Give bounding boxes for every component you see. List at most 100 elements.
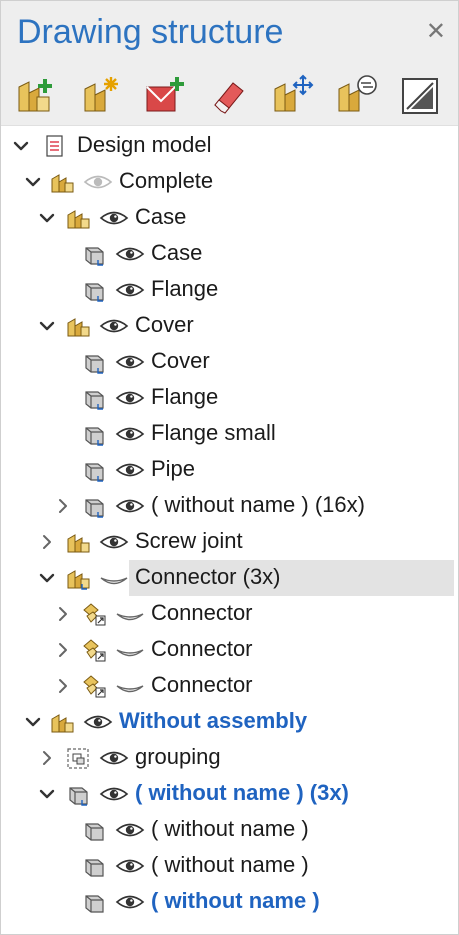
close-icon[interactable]: ✕ — [426, 17, 446, 46]
part-group-icon — [65, 782, 91, 806]
tree-row-pipe[interactable]: Pipe — [1, 452, 458, 488]
tree-row-flange[interactable]: Flange — [1, 380, 458, 416]
connector-icon — [83, 639, 106, 662]
new-view-icon[interactable] — [143, 73, 187, 117]
chevron-down-icon[interactable] — [37, 316, 57, 336]
tree-label: Design model — [77, 132, 212, 157]
eye-icon[interactable] — [115, 425, 145, 443]
eye-closed-icon[interactable] — [99, 569, 129, 587]
chevron-right-icon[interactable] — [53, 496, 73, 516]
chevron-down-icon[interactable] — [23, 172, 43, 192]
tree-row-cover-group[interactable]: Cover — [1, 308, 458, 344]
chevron-right-icon[interactable] — [53, 604, 73, 624]
tree-label: grouping — [135, 744, 221, 769]
tree-label: Complete — [119, 168, 214, 193]
tree-row-flange[interactable]: Flange — [1, 272, 458, 308]
tree-row-flange-small[interactable]: Flange small — [1, 416, 458, 452]
eye-icon[interactable] — [115, 389, 145, 407]
tree-label: ( without name ) (16x) — [151, 492, 365, 517]
new-assembly-icon[interactable] — [79, 73, 123, 117]
tree-label: Connector — [151, 636, 253, 661]
connector-icon — [83, 603, 106, 626]
eye-closed-icon[interactable] — [115, 677, 145, 695]
eye-icon[interactable] — [99, 533, 129, 551]
part-group-icon — [81, 494, 107, 518]
eye-icon[interactable] — [99, 749, 129, 767]
eye-icon[interactable] — [99, 209, 129, 227]
document-icon — [46, 135, 63, 157]
eye-closed-icon[interactable] — [115, 605, 145, 623]
assembly-icon — [67, 210, 90, 229]
move-element-icon[interactable] — [271, 73, 315, 117]
eye-icon[interactable] — [115, 497, 145, 515]
assembly-icon — [51, 174, 74, 193]
tree-label: Screw joint — [135, 528, 243, 553]
tree-row-without-name-3x[interactable]: ( without name ) (3x) — [1, 776, 458, 812]
tree-row-without-assembly[interactable]: Without assembly — [1, 704, 458, 740]
grouping-icon — [67, 748, 89, 769]
tree-row-connector[interactable]: Connector — [1, 632, 458, 668]
tree-label: Connector — [151, 672, 253, 697]
part-icon — [85, 859, 104, 877]
tree-row-without-name[interactable]: ( without name ) — [1, 812, 458, 848]
eye-icon[interactable] — [83, 713, 113, 731]
tree-row-without-name[interactable]: ( without name ) — [1, 848, 458, 884]
chevron-down-icon[interactable] — [11, 136, 31, 156]
chevron-down-icon[interactable] — [37, 784, 57, 804]
tree-row-connector-3x[interactable]: Connector (3x) — [1, 560, 458, 596]
tree-row-connector[interactable]: Connector — [1, 668, 458, 704]
eye-icon[interactable] — [99, 317, 129, 335]
part-icon — [81, 278, 107, 302]
tree-row-case-group[interactable]: Case — [1, 200, 458, 236]
tree-row-cover[interactable]: Cover — [1, 344, 458, 380]
eye-icon[interactable] — [115, 893, 145, 911]
tree-row-connector[interactable]: Connector — [1, 596, 458, 632]
part-icon — [81, 458, 107, 482]
chevron-down-icon[interactable] — [37, 208, 57, 228]
tree-row-complete[interactable]: Complete — [1, 164, 458, 200]
tree-label: Case — [135, 204, 187, 229]
tree-row-screw-joint[interactable]: Screw joint — [1, 524, 458, 560]
tree-label: Pipe — [151, 456, 196, 481]
tree-row-grouping[interactable]: grouping — [1, 740, 458, 776]
chevron-right-icon[interactable] — [53, 640, 73, 660]
eye-icon[interactable] — [115, 245, 145, 263]
tree-label: Connector — [151, 600, 253, 625]
toolbar — [1, 63, 458, 126]
tree-label: ( without name ) — [151, 816, 309, 841]
display-mode-icon[interactable] — [399, 73, 443, 117]
tree-label: Connector (3x) — [135, 564, 281, 589]
chevron-right-icon[interactable] — [37, 748, 57, 768]
chevron-down-icon[interactable] — [23, 712, 43, 732]
eye-faded-icon[interactable] — [83, 173, 113, 191]
tree-row-without-name[interactable]: ( without name ) — [1, 884, 458, 920]
eye-icon[interactable] — [115, 281, 145, 299]
tree-label: Case — [151, 240, 203, 265]
part-icon — [81, 350, 107, 374]
drawing-structure-panel: Drawing structure ✕ Design model Complet… — [0, 0, 459, 935]
part-icon — [85, 895, 104, 913]
tree-label: Flange — [151, 276, 219, 301]
part-icon — [81, 242, 107, 266]
tree-row-case[interactable]: Case — [1, 236, 458, 272]
eye-icon[interactable] — [99, 785, 129, 803]
tree-label: Without assembly — [119, 708, 308, 733]
eye-icon[interactable] — [115, 857, 145, 875]
eye-icon[interactable] — [115, 353, 145, 371]
eye-closed-icon[interactable] — [115, 641, 145, 659]
tree-row-design-model[interactable]: Design model — [1, 128, 458, 164]
connector-icon — [83, 675, 106, 698]
assembly-icon — [51, 714, 74, 733]
eye-icon[interactable] — [115, 461, 145, 479]
part-icon — [81, 422, 107, 446]
panel-title: Drawing structure — [17, 13, 284, 51]
tree-label: Cover — [135, 312, 194, 337]
element-options-icon[interactable] — [335, 73, 379, 117]
eye-icon[interactable] — [115, 821, 145, 839]
tree-row-without-name-16x[interactable]: ( without name ) (16x) — [1, 488, 458, 524]
eraser-icon[interactable] — [207, 73, 251, 117]
chevron-right-icon[interactable] — [37, 532, 57, 552]
chevron-right-icon[interactable] — [53, 676, 73, 696]
new-structure-element-icon[interactable] — [15, 73, 59, 117]
chevron-down-icon[interactable] — [37, 568, 57, 588]
